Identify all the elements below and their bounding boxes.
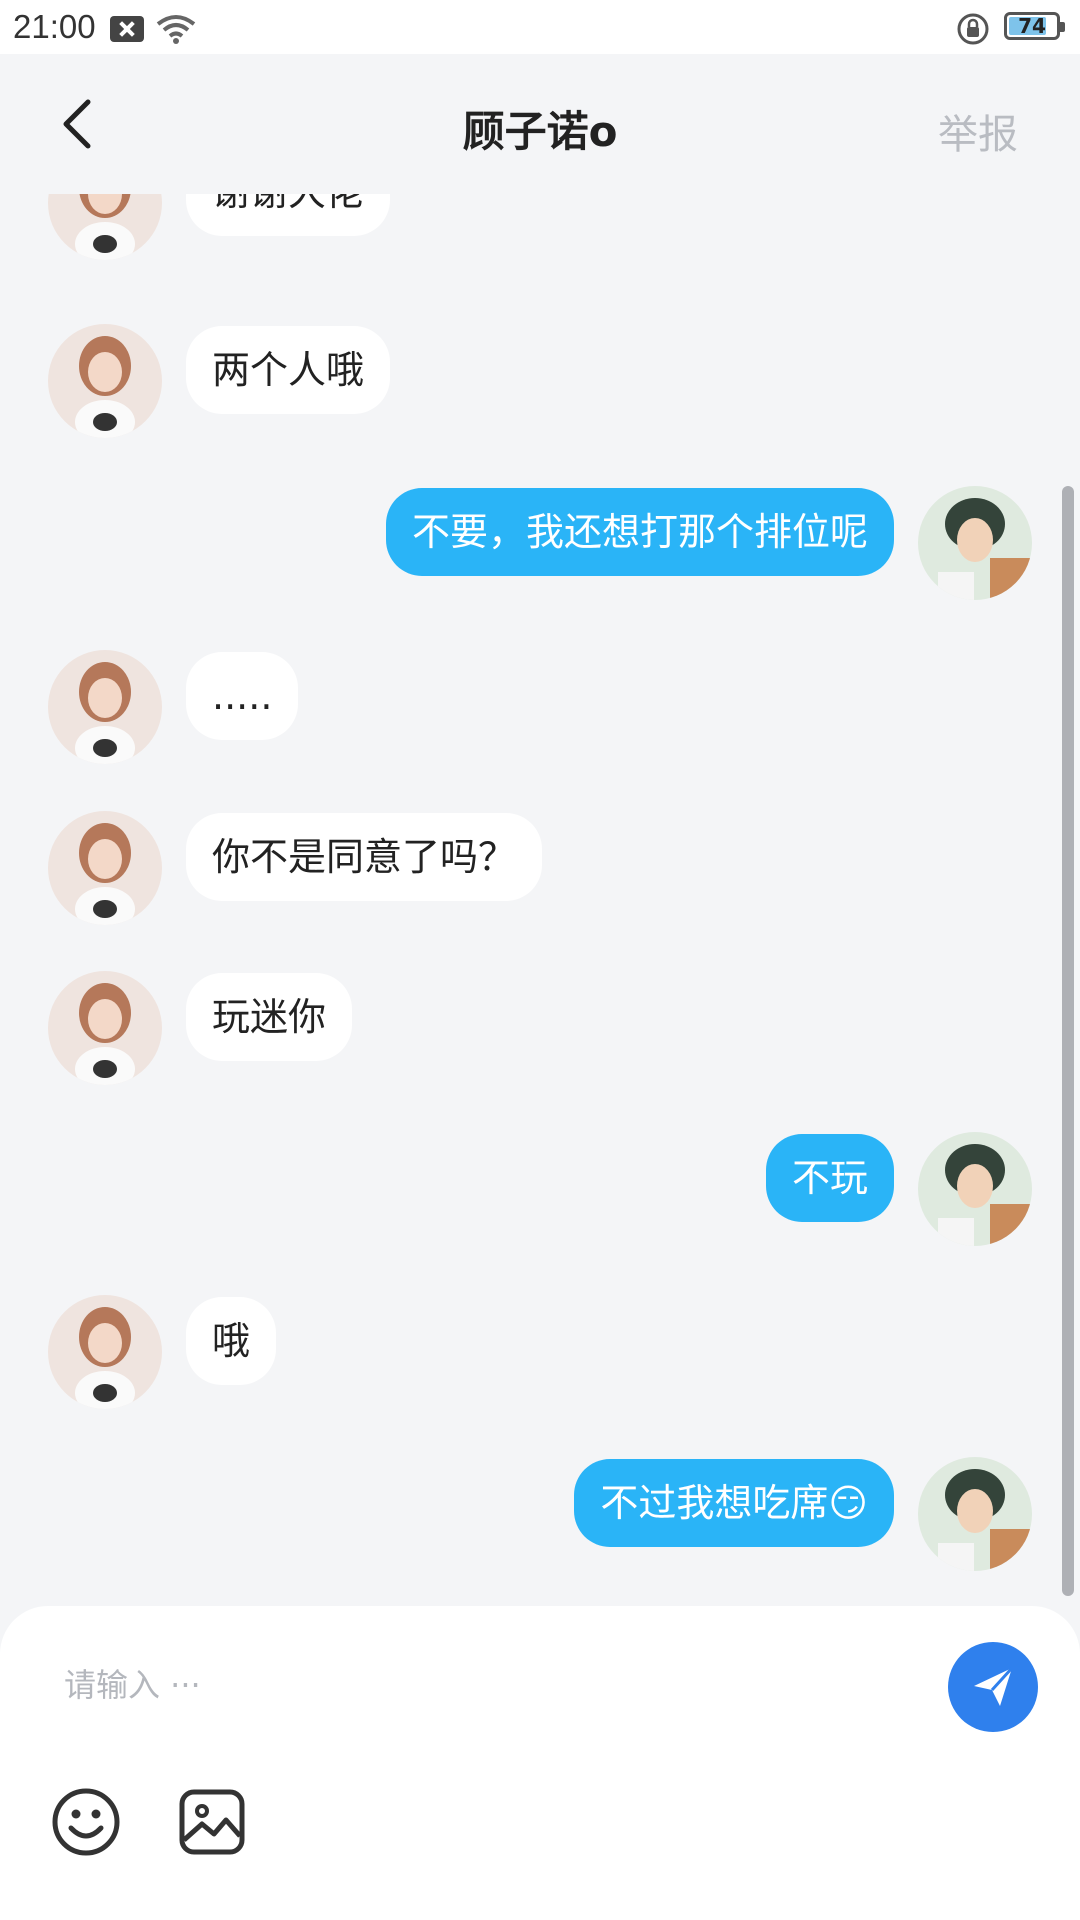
contact-avatar[interactable] bbox=[48, 971, 162, 1085]
message-row: ..... bbox=[0, 650, 1080, 766]
message-bubble[interactable]: 不要，我还想打那个排位呢 bbox=[385, 488, 894, 576]
message-row: 不要，我还想打那个排位呢 bbox=[0, 486, 1080, 602]
scrollbar[interactable] bbox=[1062, 486, 1074, 1596]
image-button[interactable] bbox=[176, 1786, 248, 1858]
message-row: 你不是同意了吗？ bbox=[0, 811, 1080, 927]
user-avatar[interactable] bbox=[918, 1132, 1032, 1246]
message-row: 谢谢大佬 bbox=[0, 194, 1080, 262]
message-bubble[interactable]: 两个人哦 bbox=[186, 326, 391, 414]
message-row: 玩迷你 bbox=[0, 971, 1080, 1087]
message-bubble[interactable]: 哦 bbox=[186, 1297, 277, 1385]
message-bubble[interactable]: 你不是同意了吗？ bbox=[186, 813, 543, 901]
contact-avatar[interactable] bbox=[48, 650, 162, 764]
message-bubble[interactable]: 不过我想吃席😏 bbox=[574, 1459, 894, 1547]
contact-avatar[interactable] bbox=[48, 324, 162, 438]
emoji-button[interactable] bbox=[50, 1786, 122, 1858]
contact-avatar[interactable] bbox=[48, 811, 162, 925]
message-row: 两个人哦 bbox=[0, 324, 1080, 440]
battery-icon: 74 bbox=[1004, 12, 1065, 40]
page-title: 顾子诺o bbox=[462, 107, 618, 156]
message-bubble[interactable]: 不玩 bbox=[765, 1134, 894, 1222]
notification-x-icon bbox=[110, 16, 144, 42]
battery-level: 74 bbox=[1018, 14, 1046, 38]
rotation-lock-icon bbox=[957, 13, 989, 45]
user-avatar[interactable] bbox=[918, 1457, 1032, 1571]
send-button[interactable] bbox=[948, 1642, 1038, 1732]
message-input[interactable] bbox=[62, 1644, 886, 1726]
chat-header: 顾子诺o 举报 bbox=[0, 54, 1080, 194]
message-bubble[interactable]: ..... bbox=[186, 652, 299, 740]
message-bubble[interactable]: 谢谢大佬 bbox=[186, 194, 391, 236]
image-icon bbox=[179, 1789, 245, 1855]
report-button[interactable]: 举报 bbox=[938, 102, 1018, 160]
paper-plane-icon bbox=[974, 1666, 1014, 1706]
user-avatar[interactable] bbox=[918, 486, 1032, 600]
message-row: 不玩 bbox=[0, 1132, 1080, 1248]
status-time: 21:00 bbox=[13, 8, 96, 45]
message-list[interactable]: 谢谢大佬 两个人哦 不要，我还想打那个排位呢 ..... 你不是同意了吗？ 玩迷… bbox=[0, 194, 1080, 1606]
message-bubble[interactable]: 玩迷你 bbox=[186, 973, 353, 1061]
contact-avatar[interactable] bbox=[48, 194, 162, 260]
contact-avatar[interactable] bbox=[48, 1295, 162, 1409]
status-bar: 21:00 74 bbox=[0, 0, 1080, 54]
message-row: 不过我想吃席😏 bbox=[0, 1457, 1080, 1573]
message-composer bbox=[0, 1606, 1080, 1920]
message-row: 哦 bbox=[0, 1295, 1080, 1411]
wifi-icon bbox=[156, 15, 196, 44]
smiley-icon bbox=[52, 1788, 120, 1856]
